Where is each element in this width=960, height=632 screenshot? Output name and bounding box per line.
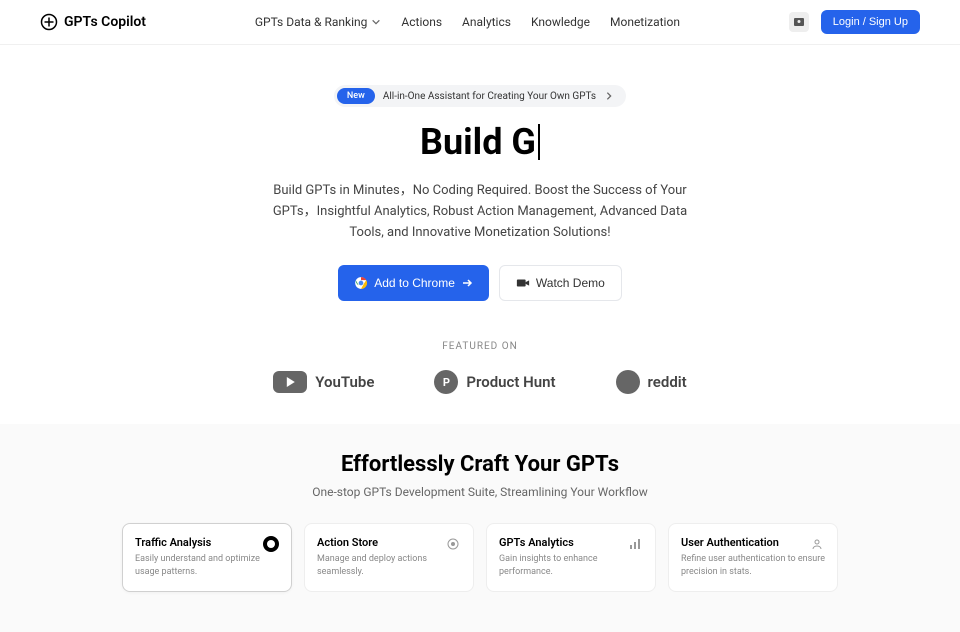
traffic-icon xyxy=(263,536,279,552)
craft-section: Effortlessly Craft Your GPTs One-stop GP… xyxy=(0,424,960,631)
hero-title-text: Build G xyxy=(420,121,536,163)
featured-logo-youtube[interactable]: YouTube xyxy=(273,371,374,393)
new-badge: New xyxy=(337,88,375,104)
card-title: Action Store xyxy=(317,536,461,549)
nav-item-monetization[interactable]: Monetization xyxy=(610,15,680,29)
card-title: Traffic Analysis xyxy=(135,536,279,549)
main-nav: GPTs Data & Ranking Actions Analytics Kn… xyxy=(255,15,680,29)
producthunt-icon: P xyxy=(434,370,458,394)
feature-cards: Traffic Analysis Easily understand and o… xyxy=(40,523,920,591)
featured-logo-reddit[interactable]: reddit xyxy=(616,370,687,394)
typing-cursor xyxy=(538,124,540,160)
chrome-icon xyxy=(354,276,368,290)
youtube-icon xyxy=(273,371,307,393)
card-desc: Easily understand and optimize usage pat… xyxy=(135,553,279,578)
featured-logos: YouTube P Product Hunt reddit xyxy=(0,370,960,394)
header: GPTs Copilot GPTs Data & Ranking Actions… xyxy=(0,0,960,45)
nav-label: Knowledge xyxy=(531,15,590,29)
hero-section: New All-in-One Assistant for Creating Yo… xyxy=(0,45,960,331)
card-title: GPTs Analytics xyxy=(499,536,643,549)
analytics-icon xyxy=(627,536,643,552)
card-desc: Manage and deploy actions seamlessly. xyxy=(317,553,461,578)
discord-icon xyxy=(793,16,805,28)
brand-name: GPTs Copilot xyxy=(64,14,146,30)
discord-button[interactable] xyxy=(789,12,809,32)
announcement-text: All-in-One Assistant for Creating Your O… xyxy=(383,91,596,102)
featured-section: FEATURED ON YouTube P Product Hunt reddi… xyxy=(0,331,960,424)
store-icon xyxy=(445,536,461,552)
reddit-icon xyxy=(616,370,640,394)
card-desc: Gain insights to enhance performance. xyxy=(499,553,643,578)
nav-label: GPTs Data & Ranking xyxy=(255,15,368,29)
arrow-right-icon xyxy=(461,277,473,289)
section-subtitle: One-stop GPTs Development Suite, Streaml… xyxy=(40,485,920,499)
nav-item-knowledge[interactable]: Knowledge xyxy=(531,15,590,29)
cta-row: Add to Chrome Watch Demo xyxy=(40,265,920,301)
watch-demo-button[interactable]: Watch Demo xyxy=(499,265,622,301)
card-action-store[interactable]: Action Store Manage and deploy actions s… xyxy=(304,523,474,591)
nav-label: Actions xyxy=(401,15,442,29)
card-desc: Refine user authentication to ensure pre… xyxy=(681,553,825,578)
featured-logo-producthunt[interactable]: P Product Hunt xyxy=(434,370,555,394)
card-title: User Authentication xyxy=(681,536,825,549)
brand-icon xyxy=(40,13,58,31)
chevron-down-icon xyxy=(371,17,381,27)
nav-label: Monetization xyxy=(610,15,680,29)
featured-logo-text: Product Hunt xyxy=(466,373,555,391)
nav-item-analytics[interactable]: Analytics xyxy=(462,15,511,29)
secondary-cta-label: Watch Demo xyxy=(536,276,605,290)
header-right: Login / Sign Up xyxy=(789,10,920,34)
add-to-chrome-button[interactable]: Add to Chrome xyxy=(338,265,489,301)
primary-cta-label: Add to Chrome xyxy=(374,276,455,290)
section-title: Effortlessly Craft Your GPTs xyxy=(40,452,920,477)
hero-title: Build G xyxy=(40,121,920,163)
brand-logo[interactable]: GPTs Copilot xyxy=(40,13,146,31)
announcement-pill[interactable]: New All-in-One Assistant for Creating Yo… xyxy=(334,85,626,107)
nav-item-data-ranking[interactable]: GPTs Data & Ranking xyxy=(255,15,382,29)
hero-description: Build GPTs in Minutes，No Coding Required… xyxy=(260,181,700,243)
card-gpts-analytics[interactable]: GPTs Analytics Gain insights to enhance … xyxy=(486,523,656,591)
nav-label: Analytics xyxy=(462,15,511,29)
featured-logo-text: YouTube xyxy=(315,373,374,391)
video-icon xyxy=(516,276,530,290)
nav-item-actions[interactable]: Actions xyxy=(401,15,442,29)
chevron-right-icon xyxy=(604,91,614,101)
featured-logo-text: reddit xyxy=(648,373,687,391)
login-button[interactable]: Login / Sign Up xyxy=(821,10,920,34)
featured-label: FEATURED ON xyxy=(0,341,960,352)
card-traffic-analysis[interactable]: Traffic Analysis Easily understand and o… xyxy=(122,523,292,591)
card-user-auth[interactable]: User Authentication Refine user authenti… xyxy=(668,523,838,591)
auth-icon xyxy=(809,536,825,552)
